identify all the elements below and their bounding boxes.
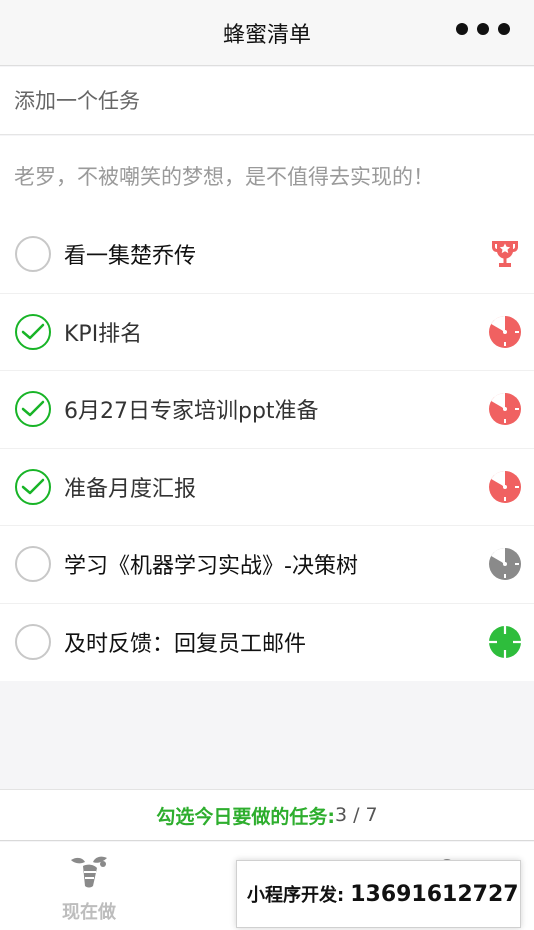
clock-pie-icon[interactable] [488,470,522,504]
check-icon [21,478,45,494]
check-icon [21,323,45,339]
task-list: 看一集楚乔传 KPI排名 6月27日专家培训ppt准备 准备月度汇报 学习《机器… [0,216,534,681]
add-task-row [0,67,534,135]
trophy-icon[interactable] [488,237,522,271]
task-checkbox[interactable] [15,236,51,273]
task-row[interactable]: 准备月度汇报 [0,449,534,526]
today-select-label: 勾选今日要做的任务: [156,805,335,828]
clock-pie-icon[interactable] [488,392,522,426]
tab-now[interactable]: 现在做 [0,842,178,930]
developer-contact-popup: 小程序开发: 13691612727 [236,860,521,928]
task-label: 学习《机器学习实战》-决策树 [64,554,358,580]
task-row[interactable]: 学习《机器学习实战》-决策树 [0,526,534,604]
target-icon[interactable] [488,625,522,659]
task-row[interactable]: 看一集楚乔传 [0,216,534,294]
tab-now-label: 现在做 [62,902,116,923]
bee-icon [71,856,107,888]
task-checkbox[interactable] [15,468,51,505]
nav-bar: 蜂蜜清单 [0,0,534,66]
today-task-counter: 勾选今日要做的任务: 3 / 7 [0,789,534,841]
clock-pie-icon[interactable] [488,315,522,349]
task-row[interactable]: KPI排名 [0,294,534,371]
today-count: 3 / 7 [334,804,378,826]
task-label: 准备月度汇报 [64,476,197,502]
developer-label: 小程序开发: [247,885,345,906]
page-title: 蜂蜜清单 [222,22,311,48]
task-checkbox[interactable] [15,313,51,350]
more-dot-icon [498,23,510,35]
task-checkbox[interactable] [15,391,51,428]
task-label: 看一集楚乔传 [64,244,197,270]
task-row[interactable]: 6月27日专家培训ppt准备 [0,371,534,449]
task-checkbox[interactable] [15,546,51,583]
motto-text: 老罗，不被嘲笑的梦想，是不值得去实现的！ [0,136,534,216]
task-label: 及时反馈：回复员工邮件 [64,632,307,658]
clock-pie-icon[interactable] [488,547,522,581]
more-dot-icon [456,23,468,35]
task-label: KPI排名 [64,321,143,347]
more-menu-button[interactable] [456,22,510,36]
developer-phone: 13691612727 [350,881,519,907]
task-label: 6月27日专家培训ppt准备 [64,399,319,425]
add-task-input[interactable] [14,88,494,113]
check-icon [21,401,45,417]
more-dot-icon [477,23,489,35]
task-checkbox[interactable] [15,624,51,661]
task-row[interactable]: 及时反馈：回复员工邮件 [0,604,534,682]
